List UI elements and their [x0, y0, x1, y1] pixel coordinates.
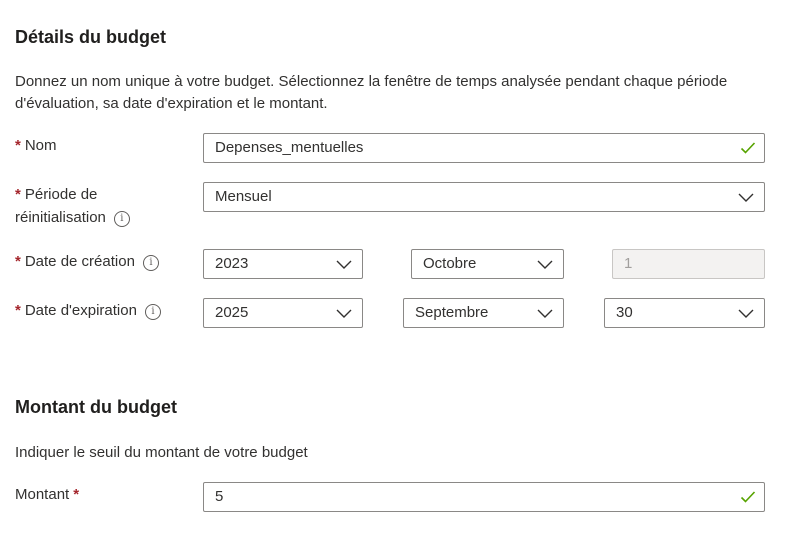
chevron-down-icon	[738, 193, 754, 202]
creation-year-dropdown[interactable]: 2023	[203, 249, 363, 279]
checkmark-icon	[740, 491, 756, 503]
creation-day-value: 1	[624, 255, 633, 272]
required-marker: *	[73, 486, 80, 503]
creation-month-value: Octobre	[423, 255, 477, 272]
name-label-text: Nom	[24, 137, 57, 154]
reset-period-label: * Période de réinitialisation i	[15, 183, 130, 229]
chevron-down-icon	[336, 260, 352, 269]
expiration-day-value: 30	[616, 304, 633, 321]
expiration-year-value: 2025	[215, 304, 249, 321]
expiration-date-label: * Date d'expiration i	[15, 299, 161, 322]
amount-label-text: Montant	[15, 486, 70, 503]
name-label: * Nom	[15, 134, 57, 157]
info-icon[interactable]: i	[142, 255, 159, 271]
required-marker: *	[15, 186, 21, 203]
required-marker: *	[15, 302, 21, 319]
section-title-budget-amount: Montant du budget	[15, 397, 177, 417]
amount-input[interactable]: 5	[203, 482, 765, 512]
reset-period-label-line1: Période de	[24, 186, 98, 203]
expiration-year-dropdown[interactable]: 2025	[203, 298, 363, 328]
budget-name-value: Depenses_mentuelles	[215, 139, 364, 156]
creation-date-label: * Date de création i	[15, 250, 159, 273]
reset-period-label-line2: réinitialisation	[15, 209, 106, 226]
amount-label: Montant *	[15, 483, 79, 506]
chevron-down-icon	[336, 309, 352, 318]
creation-day-field: 1	[612, 249, 765, 279]
reset-period-value: Mensuel	[215, 188, 272, 205]
section-title-budget-details: Détails du budget	[15, 27, 167, 47]
amount-value: 5	[215, 488, 224, 505]
expiration-day-dropdown[interactable]: 30	[604, 298, 765, 328]
budget-amount-description: Indiquer le seuil du montant de votre bu…	[15, 444, 308, 461]
chevron-down-icon	[537, 309, 553, 318]
expiration-month-value: Septembre	[415, 304, 489, 321]
info-icon[interactable]: i	[113, 211, 130, 227]
creation-month-dropdown[interactable]: Octobre	[411, 249, 564, 279]
chevron-down-icon	[537, 260, 553, 269]
budget-name-input[interactable]: Depenses_mentuelles	[203, 133, 765, 163]
creation-year-value: 2023	[215, 255, 249, 272]
checkmark-icon	[740, 142, 756, 154]
required-marker: *	[15, 253, 21, 270]
reset-period-dropdown[interactable]: Mensuel	[203, 182, 765, 212]
expiration-date-label-text: Date d'expiration	[24, 302, 137, 319]
creation-date-label-text: Date de création	[24, 253, 135, 270]
budget-details-description: Donnez un nom unique à votre budget. Sél…	[15, 73, 728, 112]
info-icon[interactable]: i	[144, 304, 161, 320]
budget-form: Détails du budget Donnez un nom unique à…	[0, 0, 812, 536]
expiration-month-dropdown[interactable]: Septembre	[403, 298, 564, 328]
required-marker: *	[15, 137, 21, 154]
chevron-down-icon	[738, 309, 754, 318]
